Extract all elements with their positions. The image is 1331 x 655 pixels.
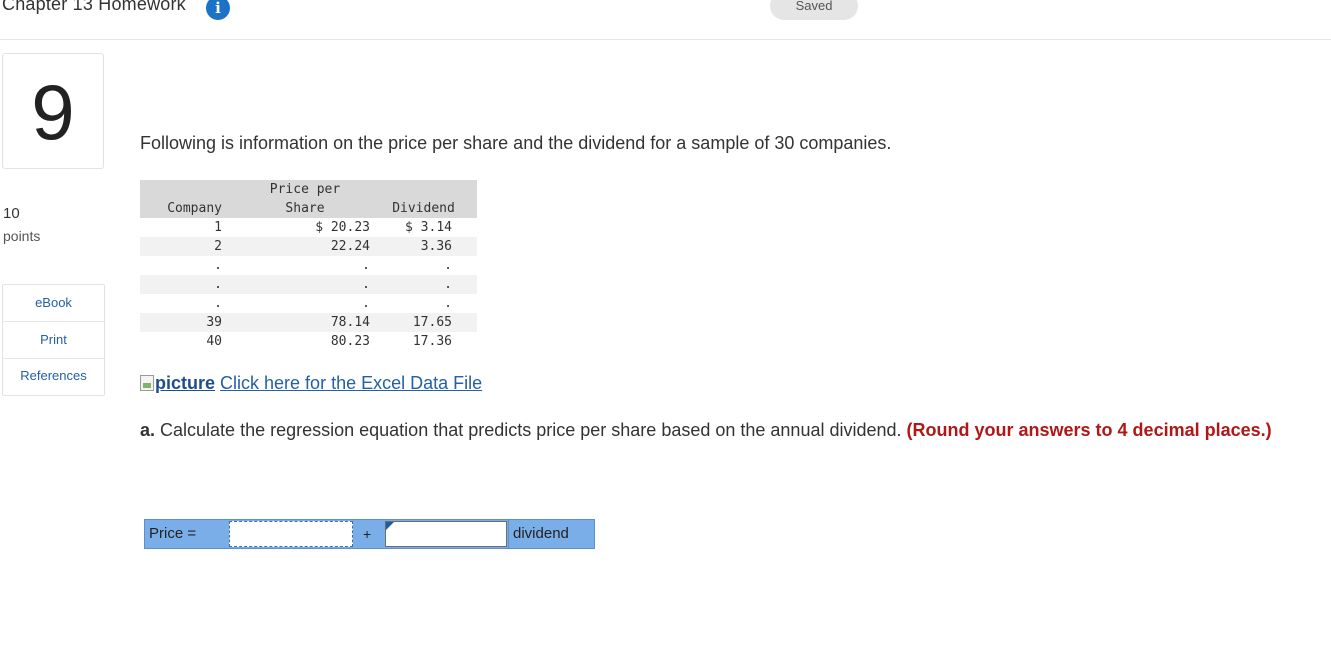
plus-sign: +: [363, 526, 372, 542]
table-cell: .: [362, 296, 370, 311]
table-cell: .: [214, 258, 222, 273]
column-header-price: Price per Share: [240, 180, 370, 218]
column-header-dividend: Dividend: [370, 180, 477, 218]
resource-links: eBook Print References: [2, 284, 105, 396]
table-row: 2 22.24 3.36: [140, 237, 477, 256]
broken-image-icon: [140, 375, 154, 391]
image-alt-text[interactable]: picture: [155, 373, 215, 393]
table-cell: .: [444, 296, 452, 311]
table-cell: .: [240, 275, 370, 294]
equation-label: Price =: [149, 525, 197, 542]
intercept-input[interactable]: [229, 521, 353, 547]
table-cell: 17.65: [370, 313, 477, 332]
table-cell: 40: [206, 334, 222, 349]
table-cell: 3.36: [370, 237, 477, 256]
question-number-box: 9: [2, 53, 104, 169]
data-table: Company Price per Share Dividend 1 $ 20.…: [140, 180, 477, 351]
excel-link-text[interactable]: Click here for the Excel Data File: [220, 373, 482, 393]
table-cell: .: [140, 275, 240, 294]
table-cell: 39: [140, 313, 240, 332]
question-label: a.: [140, 420, 156, 440]
column-header-company: Company: [140, 180, 240, 218]
table-cell: .: [362, 258, 370, 273]
table-row: . . .: [140, 256, 477, 275]
question-prompt: a. Calculate the regression equation tha…: [140, 419, 1310, 442]
question-number: 9: [31, 68, 75, 156]
table-cell: 1: [214, 220, 222, 235]
question-text: Calculate the regression equation that p…: [160, 420, 902, 440]
table-row: 1 $ 20.23 $ 3.14: [140, 218, 477, 237]
top-bar: Chapter 13 Homework i Saved: [0, 0, 1331, 40]
table-cell: $ 3.14: [405, 220, 452, 235]
regression-equation-row: Price = + dividend: [144, 519, 595, 549]
saved-status-badge: Saved: [770, 0, 858, 20]
table-cell: 80.23: [330, 334, 370, 349]
table-header-row: Company Price per Share Dividend: [140, 180, 477, 218]
table-cell: 17.36: [412, 334, 452, 349]
print-link[interactable]: Print: [3, 322, 104, 359]
table-cell: .: [444, 258, 452, 273]
assignment-title: Chapter 13 Homework: [2, 0, 186, 14]
table-row: . . .: [140, 275, 477, 294]
table-cell: 78.14: [240, 313, 370, 332]
table-row: 40 80.23 17.36: [140, 332, 477, 351]
equation-variable: dividend: [508, 520, 594, 548]
table-cell: .: [370, 275, 477, 294]
table-cell: 2: [140, 237, 240, 256]
question-intro: Following is information on the price pe…: [140, 133, 892, 153]
points-value: 10: [3, 205, 20, 222]
ebook-link[interactable]: eBook: [3, 285, 104, 322]
references-link[interactable]: References: [3, 359, 104, 395]
table-row: 39 78.14 17.65: [140, 313, 477, 332]
slope-input[interactable]: [385, 521, 507, 547]
points-label: points: [3, 228, 41, 244]
table-cell: 22.24: [240, 237, 370, 256]
table-cell: .: [214, 296, 222, 311]
info-icon[interactable]: i: [206, 0, 230, 20]
table-row: . . .: [140, 294, 477, 313]
rounding-instruction: (Round your answers to 4 decimal places.…: [906, 420, 1272, 440]
excel-data-link[interactable]: picture Click here for the Excel Data Fi…: [140, 373, 482, 394]
table-cell: $ 20.23: [315, 220, 370, 235]
